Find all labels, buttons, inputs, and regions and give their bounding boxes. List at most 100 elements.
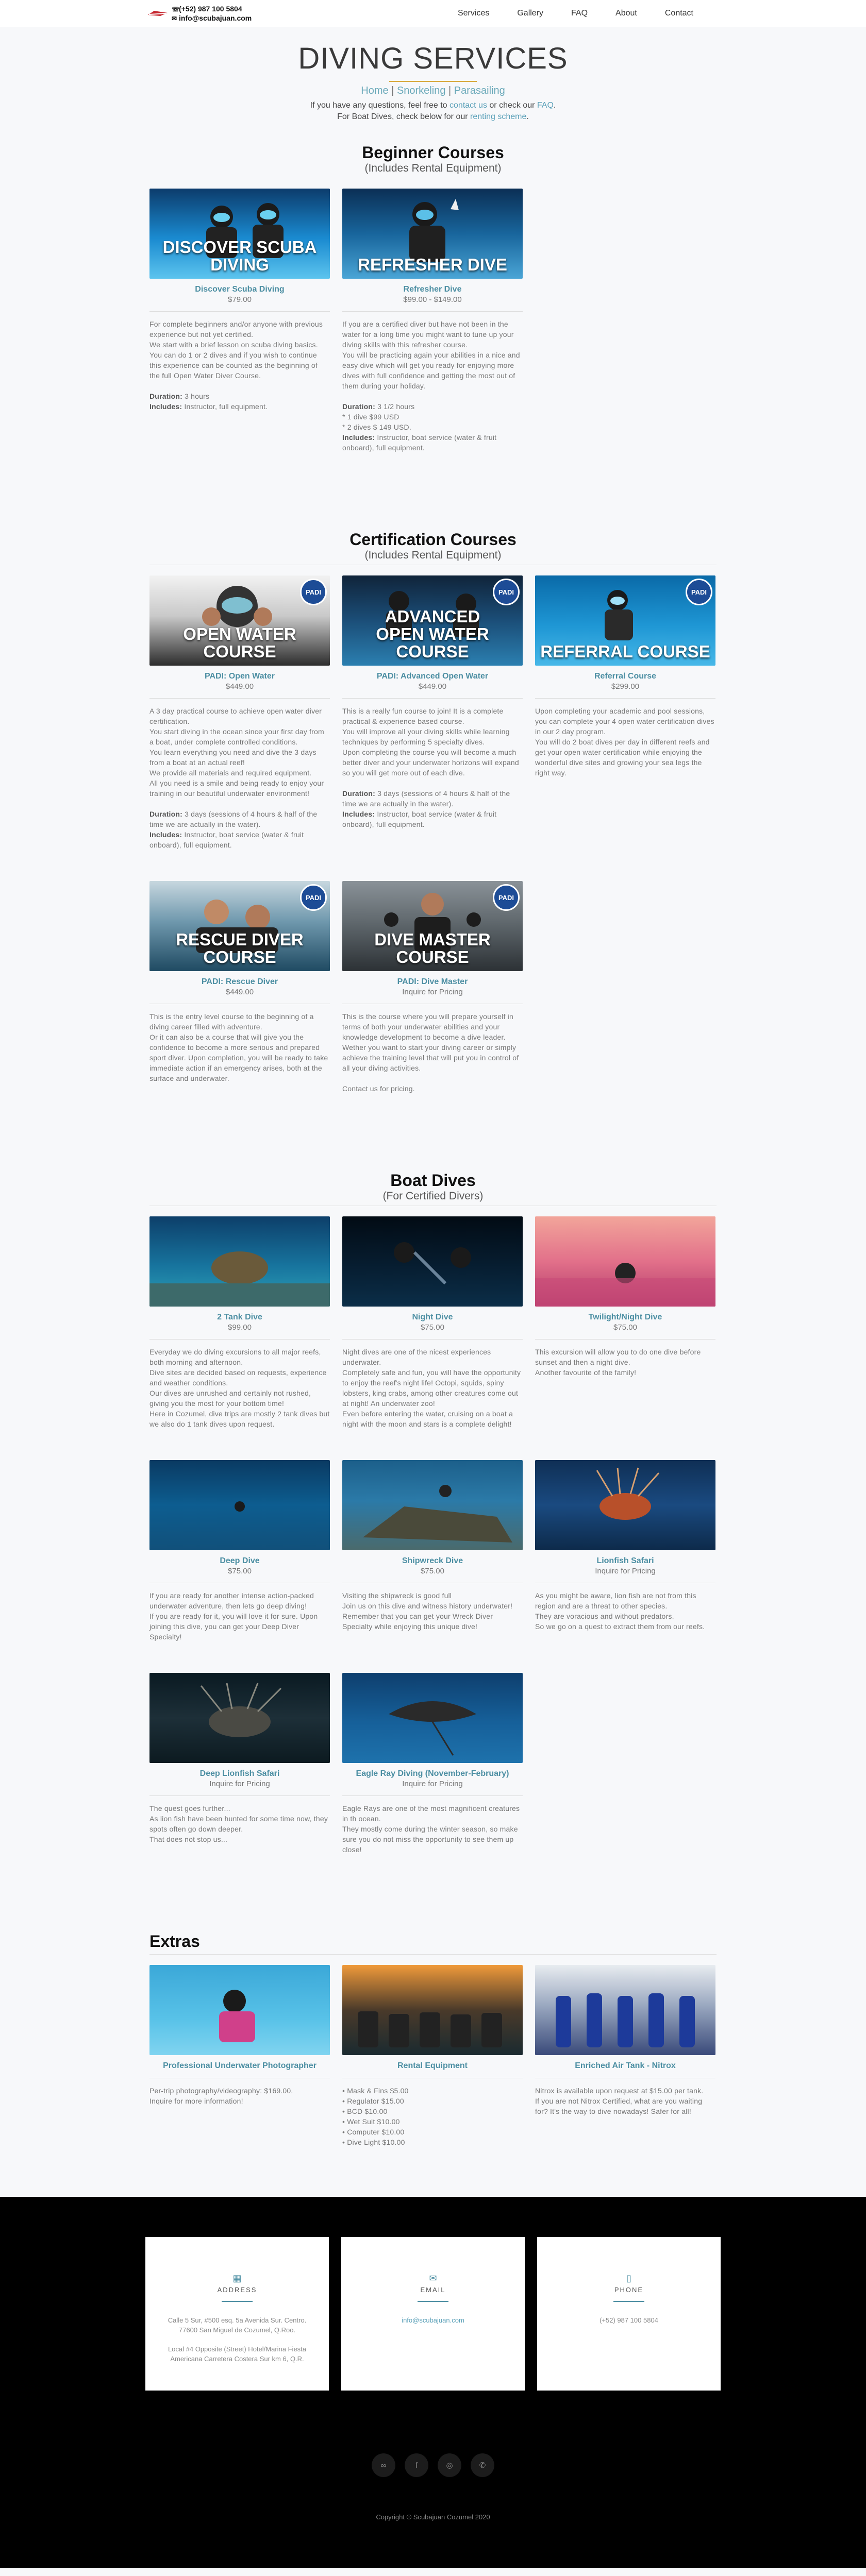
dive-name[interactable]: Shipwreck Dive [342, 1556, 523, 1566]
course-card-discover[interactable]: DISCOVER SCUBA DIVING Discover Scuba Div… [149, 189, 330, 453]
course-card-refresher[interactable]: REFRESHER DIVE Refresher Dive $99.00 - $… [342, 189, 523, 453]
rental-equipment-image [342, 1965, 523, 2055]
discover-scuba-image: DISCOVER SCUBA DIVING [149, 189, 330, 279]
subnav-parasailing[interactable]: Parasailing [454, 85, 505, 96]
extra-card-nitrox[interactable]: Enriched Air Tank - Nitrox Nitrox is ava… [535, 1965, 715, 2147]
padi-badge: PADI [300, 884, 327, 911]
nav-gallery[interactable]: Gallery [517, 9, 543, 18]
dive-card-deep[interactable]: Deep Dive $75.00 If you are ready for an… [149, 1460, 330, 1642]
dive-description: Night dives are one of the nicest experi… [342, 1348, 521, 1428]
course-name[interactable]: PADI: Rescue Diver [149, 977, 330, 987]
footer-phone[interactable]: (+52) 987 100 5804 [537, 2315, 721, 2325]
dive-name[interactable]: Deep Lionfish Safari [149, 1769, 330, 1778]
header-phone[interactable]: (+52) 987 100 5804 [179, 5, 242, 13]
open-water-image: PADI OPEN WATER COURSE [149, 575, 330, 666]
nav-faq[interactable]: FAQ [571, 9, 588, 18]
course-card-open-water[interactable]: PADI OPEN WATER COURSE PADI: Open Water … [149, 575, 330, 850]
course-description: A 3 day practical course to achieve open… [149, 707, 324, 849]
referral-caption: REFERRAL COURSE [540, 642, 710, 661]
contact-us-link[interactable]: contact us [449, 101, 487, 110]
mail-icon: ✉ [429, 2273, 437, 2283]
course-name[interactable]: PADI: Open Water [149, 672, 330, 681]
course-name[interactable]: Refresher Dive [342, 285, 523, 294]
course-card-divemaster[interactable]: PADI DIVE MASTER COURSE PADI: Dive Maste… [342, 881, 523, 1094]
dive-name[interactable]: Night Dive [342, 1313, 523, 1322]
dive-price: Inquire for Pricing [402, 1780, 463, 1788]
top-header: ☏(+52) 987 100 5804 ✉ info@scubajuan.com … [0, 0, 866, 27]
extra-name[interactable]: Professional Underwater Photographer [149, 2061, 330, 2071]
extra-name[interactable]: Rental Equipment [342, 2061, 523, 2071]
building-icon: ▦ [232, 2273, 242, 2283]
hero: DIVING SERVICES Home | Snorkeling | Para… [0, 27, 866, 123]
dive-card-2-tank[interactable]: 2 Tank Dive $99.00 Everyday we do diving… [149, 1216, 330, 1429]
course-name[interactable]: PADI: Dive Master [342, 977, 523, 987]
renting-scheme-link[interactable]: renting scheme [470, 112, 526, 121]
dive-name[interactable]: 2 Tank Dive [149, 1313, 330, 1322]
facebook-icon[interactable]: f [405, 2453, 428, 2477]
beginner-courses-section: Beginner Courses (Includes Rental Equipm… [149, 143, 717, 453]
turtle-reef-image [149, 1216, 330, 1307]
course-price: $99.00 - $149.00 [403, 295, 462, 304]
footer-email-link[interactable]: info@scubajuan.com [381, 2316, 485, 2324]
course-description: For complete beginners and/or anyone wit… [149, 320, 323, 411]
tripadvisor-icon[interactable]: ∞ [372, 2453, 395, 2477]
dive-price: $75.00 [613, 1323, 637, 1332]
page-title: DIVING SERVICES [298, 42, 568, 75]
nav-services[interactable]: Services [458, 9, 489, 18]
photographer-image [149, 1965, 330, 2055]
nitrox-tanks-image [535, 1965, 715, 2055]
dive-price: $75.00 [228, 1567, 252, 1575]
boat-subtitle: (For Certified Divers) [382, 1190, 484, 1202]
header-email[interactable]: info@scubajuan.com [179, 14, 252, 22]
certification-courses-section: Certification Courses (Includes Rental E… [149, 530, 717, 1094]
subnav-home[interactable]: Home [361, 85, 388, 96]
course-description: If you are a certified diver but have no… [342, 320, 520, 452]
course-name[interactable]: PADI: Advanced Open Water [342, 672, 523, 681]
mobile-phone-icon: ▯ [626, 2273, 631, 2283]
course-card-advanced[interactable]: PADI ADVANCED OPEN WATER COURSE PADI: Adv… [342, 575, 523, 850]
dive-name[interactable]: Lionfish Safari [535, 1556, 715, 1566]
extra-card-photographer[interactable]: Professional Underwater Photographer Per… [149, 1965, 330, 2147]
advanced-caption: ADVANCED OPEN WATER COURSE [376, 607, 489, 661]
whatsapp-icon[interactable]: ✆ [471, 2453, 494, 2477]
sub-nav: Home | Snorkeling | Parasailing [361, 85, 505, 96]
intro-line-1: If you have any questions, feel free to … [310, 101, 556, 110]
discover-caption: DISCOVER SCUBA DIVING [162, 238, 317, 274]
course-description: This is a really fun course to join! It … [342, 707, 519, 828]
dive-card-lionfish[interactable]: Lionfish Safari Inquire for Pricing As y… [535, 1460, 715, 1642]
extra-card-rental[interactable]: Rental Equipment • Mask & Fins $5.00 • R… [342, 1965, 523, 2147]
course-name[interactable]: Discover Scuba Diving [149, 285, 330, 294]
faq-link[interactable]: FAQ [537, 101, 554, 110]
rescue-caption: RESCUE DIVER COURSE [176, 930, 304, 967]
instagram-icon[interactable]: ◎ [438, 2453, 461, 2477]
dive-name[interactable]: Deep Dive [149, 1556, 330, 1566]
diver-flag-logo [148, 11, 168, 16]
advanced-open-water-image: PADI ADVANCED OPEN WATER COURSE [342, 575, 523, 666]
divemaster-caption: DIVE MASTER COURSE [374, 930, 491, 967]
subnav-snorkeling[interactable]: Snorkeling [397, 85, 446, 96]
dive-description: If you are ready for another intense act… [149, 1591, 318, 1641]
course-name[interactable]: Referral Course [535, 672, 715, 681]
dive-name[interactable]: Eagle Ray Diving (November-February) [342, 1769, 523, 1778]
dive-card-eagle-ray[interactable]: Eagle Ray Diving (November-February) Inq… [342, 1673, 523, 1855]
course-card-rescue[interactable]: PADI RESCUE DIVER COURSE PADI: Rescue Di… [149, 881, 330, 1094]
dive-card-deep-lionfish[interactable]: Deep Lionfish Safari Inquire for Pricing… [149, 1673, 330, 1855]
night-dive-image [342, 1216, 523, 1307]
extra-name[interactable]: Enriched Air Tank - Nitrox [535, 2061, 715, 2071]
social-links: ∞ f ◎ ✆ [0, 2453, 866, 2477]
extras-title: Extras [149, 1932, 200, 1951]
main-nav: Services Gallery FAQ About Contact [458, 9, 693, 18]
certification-subtitle: (Includes Rental Equipment) [364, 549, 502, 561]
dive-card-night[interactable]: Night Dive $75.00 Night dives are one of… [342, 1216, 523, 1429]
course-card-referral[interactable]: PADI REFERRAL COURSE Referral Course $29… [535, 575, 715, 850]
dive-card-shipwreck[interactable]: Shipwreck Dive $75.00 Visiting the shipw… [342, 1460, 523, 1642]
brand[interactable]: ☏(+52) 987 100 5804 ✉ info@scubajuan.com [147, 5, 252, 23]
padi-badge: PADI [493, 884, 520, 911]
deep-lionfish-image [149, 1673, 330, 1763]
nav-about[interactable]: About [615, 9, 637, 18]
eagle-ray-image [342, 1673, 523, 1763]
dive-card-twilight[interactable]: Twilight/Night Dive $75.00 This excursio… [535, 1216, 715, 1429]
open-water-caption: OPEN WATER COURSE [183, 624, 296, 661]
nav-contact[interactable]: Contact [665, 9, 693, 18]
dive-name[interactable]: Twilight/Night Dive [535, 1313, 715, 1322]
